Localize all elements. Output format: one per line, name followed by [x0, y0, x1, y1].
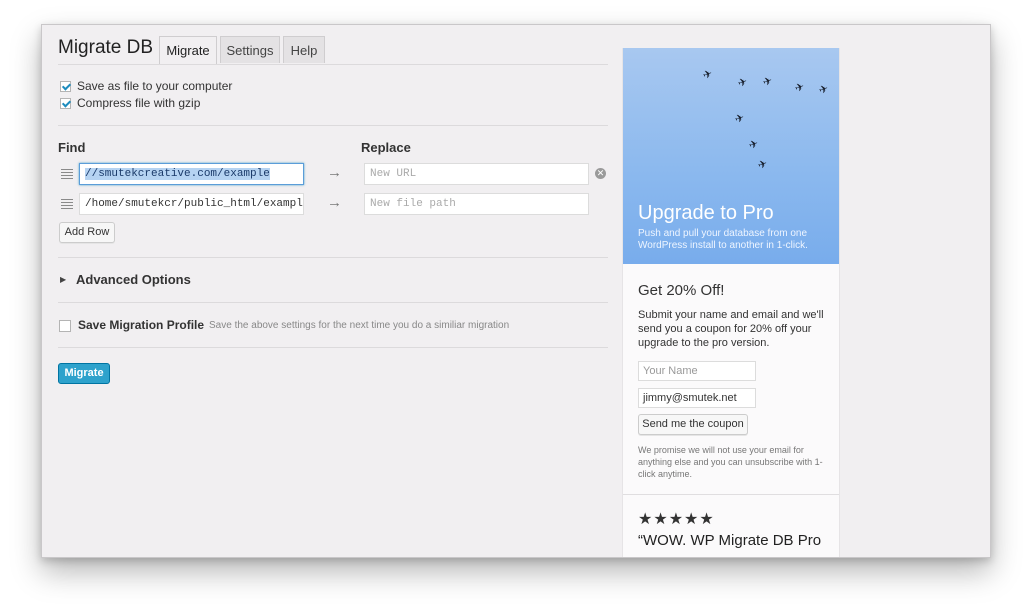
tab-migrate[interactable]: Migrate — [159, 36, 217, 65]
bird-icon: ✈ — [793, 80, 807, 96]
app-window: Migrate DB Migrate Settings Help Save as… — [41, 24, 991, 558]
add-row-button[interactable]: Add Row — [59, 222, 115, 243]
replace-input-2[interactable]: New file path — [364, 193, 589, 215]
drag-handle-icon[interactable] — [61, 169, 73, 181]
offer-heading: Get 20% Off! — [638, 282, 725, 299]
compress-gzip-label: Compress file with gzip — [77, 96, 201, 110]
arrow-right-icon: → — [327, 194, 342, 211]
section-divider — [58, 257, 608, 258]
bird-icon: ✈ — [736, 75, 750, 91]
bird-icon: ✈ — [761, 74, 775, 90]
send-coupon-button[interactable]: Send me the coupon — [638, 414, 748, 435]
compress-gzip-checkbox[interactable] — [60, 98, 71, 109]
offer-text: Submit your name and email and we'll sen… — [638, 309, 824, 349]
sidebar: ✈ ✈ ✈ ✈ ✈ ✈ ✈ ✈ Upgrade to Pro Push and … — [622, 48, 840, 557]
promo-title: Upgrade to Pro — [638, 202, 774, 224]
replace-heading: Replace — [361, 140, 411, 155]
bird-icon: ✈ — [756, 157, 770, 173]
remove-row-icon[interactable]: ✕ — [595, 168, 606, 179]
privacy-note: We promise we will not use your email fo… — [638, 445, 823, 479]
name-input[interactable]: Your Name — [638, 361, 756, 381]
section-divider — [58, 347, 608, 348]
promo-subtitle: Push and pull your database from one Wor… — [638, 228, 808, 251]
tab-divider — [58, 64, 608, 65]
save-profile-hint: Save the above settings for the next tim… — [209, 320, 510, 331]
bird-icon: ✈ — [701, 67, 715, 83]
migrate-button[interactable]: Migrate — [58, 363, 110, 384]
caret-right-icon[interactable]: ▶ — [60, 275, 66, 284]
save-profile-checkbox[interactable] — [59, 320, 71, 332]
find-input-2[interactable]: /home/smutekcr/public_html/example — [79, 193, 304, 215]
rating-stars: ★★★★★ — [638, 511, 715, 528]
tab-settings[interactable]: Settings — [220, 36, 280, 63]
tab-help[interactable]: Help — [283, 36, 325, 63]
sidebar-divider — [623, 494, 839, 495]
find-input-1[interactable]: //smutekcreative.com/example — [79, 163, 304, 185]
bird-icon: ✈ — [817, 82, 831, 98]
upgrade-promo-banner[interactable]: ✈ ✈ ✈ ✈ ✈ ✈ ✈ ✈ Upgrade to Pro Push and … — [623, 48, 839, 264]
save-as-file-checkbox[interactable] — [60, 81, 71, 92]
bird-icon: ✈ — [733, 111, 747, 127]
arrow-right-icon: → — [327, 164, 342, 181]
save-as-file-label: Save as file to your computer — [77, 79, 233, 93]
save-profile-label: Save Migration Profile — [78, 318, 205, 332]
replace-input-1[interactable]: New URL — [364, 163, 589, 185]
email-input[interactable]: jimmy@smutek.net — [638, 388, 756, 408]
section-divider — [58, 125, 608, 126]
advanced-options-toggle[interactable]: Advanced Options — [76, 272, 191, 287]
drag-handle-icon[interactable] — [61, 199, 73, 211]
page-title: Migrate DB — [58, 37, 154, 58]
bird-icon: ✈ — [747, 137, 761, 153]
section-divider — [58, 302, 608, 303]
find-heading: Find — [58, 140, 86, 155]
testimonial-quote: “WOW. WP Migrate DB Pro — [638, 532, 822, 549]
